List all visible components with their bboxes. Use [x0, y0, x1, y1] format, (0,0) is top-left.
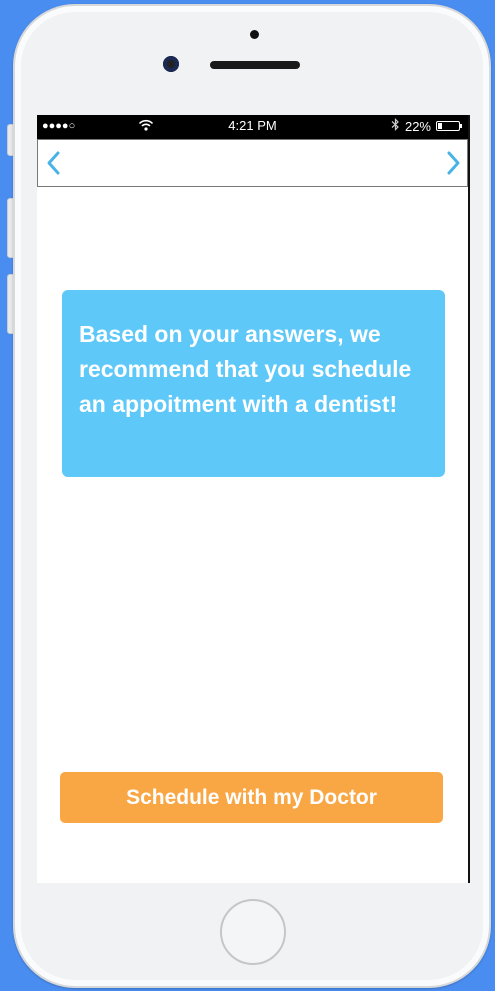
navigation-bar — [37, 139, 468, 187]
recommendation-card: Based on your answers, we recommend that… — [62, 290, 445, 477]
battery-percent: 22% — [404, 118, 431, 134]
chevron-left-icon[interactable] — [42, 148, 66, 178]
phone-stage: ●●●●○ 4:21 PM 22% Based on your answers,… — [0, 0, 495, 991]
app-screen: ●●●●○ 4:21 PM 22% Based on your answers,… — [37, 115, 470, 883]
bluetooth-icon — [391, 118, 400, 134]
recommendation-message: Based on your answers, we recommend that… — [79, 321, 412, 417]
earpiece-speaker — [210, 61, 300, 69]
proximity-sensor — [250, 30, 259, 39]
home-button[interactable] — [220, 899, 286, 965]
status-bar: ●●●●○ 4:21 PM 22% — [37, 115, 468, 139]
schedule-with-doctor-button[interactable]: Schedule with my Doctor — [60, 772, 443, 823]
battery-icon — [436, 121, 462, 131]
battery-tip — [460, 124, 462, 128]
battery-fill — [438, 123, 442, 129]
status-right-group: 22% — [391, 118, 462, 134]
front-camera-icon — [163, 56, 179, 72]
chevron-right-icon[interactable] — [441, 148, 465, 178]
